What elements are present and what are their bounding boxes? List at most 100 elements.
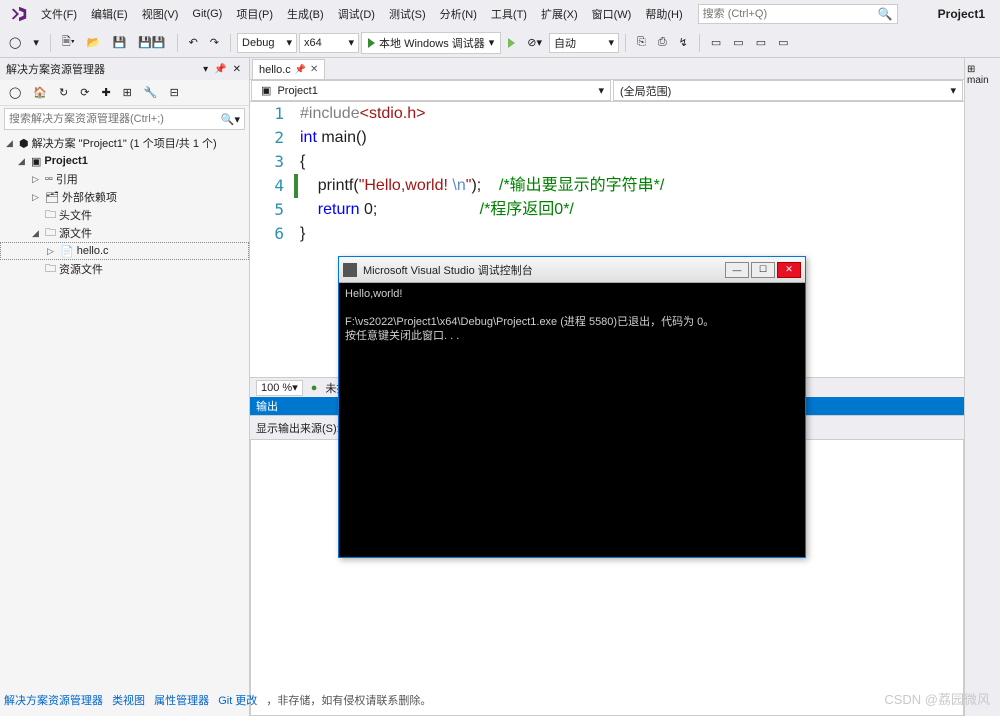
menu-analyze[interactable]: 分析(N) xyxy=(433,2,484,26)
link-solution-explorer[interactable]: 解决方案资源管理器 xyxy=(4,695,103,707)
maximize-button[interactable]: ☐ xyxy=(751,262,775,278)
toolbox-btn-3[interactable]: ↯ xyxy=(674,33,693,52)
bottom-tab-links: 解决方案资源管理器 类视图 属性管理器 Git 更改 ，非存储，如有侵权请联系删… xyxy=(4,692,431,708)
save-all-button[interactable]: 💾💾 xyxy=(133,33,170,52)
debug-mode-combo[interactable]: 自动▾ xyxy=(549,33,619,53)
solution-tree[interactable]: ◢ ⬢ 解决方案 "Project1" (1 个项目/共 1 个) ◢ ▣ Pr… xyxy=(0,132,249,280)
config-combo[interactable]: Debug▾ xyxy=(237,33,297,53)
line-number-gutter: 123456 xyxy=(250,102,294,246)
exp-home-button[interactable]: ◯ xyxy=(4,83,26,102)
panel-pin-icon[interactable]: 📌 xyxy=(212,64,228,75)
menu-test[interactable]: 测试(S) xyxy=(382,2,433,26)
nav-project-combo[interactable]: ▣ Project1▾ xyxy=(251,80,611,101)
tree-external[interactable]: ▷ 🗂 外部依赖项 xyxy=(0,188,249,206)
menu-extensions[interactable]: 扩展(X) xyxy=(534,2,585,26)
nav-scope-combo[interactable]: (全局范围)▾ xyxy=(613,80,963,101)
platform-combo[interactable]: x64▾ xyxy=(299,33,359,53)
solution-name-label: Project1 xyxy=(938,7,985,21)
layout-btn-1[interactable]: ▭ xyxy=(706,33,726,52)
expand-icon[interactable]: ◢ xyxy=(32,228,42,239)
panel-dropdown-icon[interactable]: ▾ xyxy=(201,64,210,75)
explorer-search-input[interactable] xyxy=(9,113,221,125)
folder-icon: 🗀 xyxy=(45,224,56,243)
menu-window[interactable]: 窗口(W) xyxy=(585,2,639,26)
menu-tools[interactable]: 工具(T) xyxy=(484,2,534,26)
expand-icon[interactable]: ▷ xyxy=(47,246,57,257)
tree-project[interactable]: ◢ ▣ Project1 xyxy=(0,152,249,170)
menu-edit[interactable]: 编辑(E) xyxy=(84,2,135,26)
menu-git[interactable]: Git(G) xyxy=(185,4,229,24)
exp-sync-button[interactable]: ↻ xyxy=(54,83,73,102)
code-lines: #include<stdio.h> int main() { printf("H… xyxy=(300,102,664,246)
tab-hello[interactable]: hello.c 📌 ✕ xyxy=(252,59,325,79)
vs-logo-icon xyxy=(10,5,28,23)
watermark-text: CSDN @荔园微风 xyxy=(884,689,990,708)
panel-close-icon[interactable]: ✕ xyxy=(231,64,243,75)
link-properties[interactable]: 属性管理器 xyxy=(154,695,209,707)
expand-icon[interactable]: ▷ xyxy=(32,192,42,203)
menu-help[interactable]: 帮助(H) xyxy=(638,2,689,26)
tab-close-icon[interactable]: ✕ xyxy=(310,64,318,75)
status-ok-icon: ● xyxy=(311,382,318,394)
tree-root[interactable]: ◢ ⬢ 解决方案 "Project1" (1 个项目/共 1 个) xyxy=(0,134,249,152)
references-icon: ▫▫ xyxy=(45,173,53,185)
exp-refresh-button[interactable]: ⟳ xyxy=(75,83,94,102)
project-icon: ▣ xyxy=(31,155,41,168)
editor-tabs: hello.c 📌 ✕ xyxy=(250,58,964,80)
main-toolbar: ◯ ▾ 🗎▾ 📂 💾 💾💾 ↶ ↷ Debug▾ x64▾ 本地 Windows… xyxy=(0,28,1000,58)
console-titlebar[interactable]: Microsoft Visual Studio 调试控制台 — ☐ ✕ xyxy=(339,257,805,283)
minimize-button[interactable]: — xyxy=(725,262,749,278)
play-icon xyxy=(368,38,375,48)
debug-console-window[interactable]: Microsoft Visual Studio 调试控制台 — ☐ ✕ Hell… xyxy=(338,256,806,558)
zoom-combo[interactable]: 100 % ▾ xyxy=(256,380,303,396)
menu-debug[interactable]: 调试(D) xyxy=(331,2,382,26)
search-input[interactable] xyxy=(703,8,874,20)
menu-view[interactable]: 视图(V) xyxy=(135,2,186,26)
exp-filter-button[interactable]: ✚ xyxy=(96,83,115,102)
menu-build[interactable]: 生成(B) xyxy=(280,2,331,26)
exp-view-button[interactable]: ⊟ xyxy=(165,83,184,102)
menu-project[interactable]: 项目(P) xyxy=(229,2,280,26)
search-icon: 🔍 xyxy=(874,7,893,21)
redo-button[interactable]: ↷ xyxy=(205,33,224,52)
open-button[interactable]: 📂 xyxy=(82,33,106,52)
panel-title-label: 解决方案资源管理器 xyxy=(6,61,105,77)
quick-search[interactable]: 🔍 xyxy=(698,4,898,24)
tree-file-hello[interactable]: ▷ 📄 hello.c xyxy=(0,242,249,260)
panel-toolbar: ◯ 🏠 ↻ ⟳ ✚ ⊞ 🔧 ⊟ xyxy=(0,80,249,106)
layout-btn-2[interactable]: ▭ xyxy=(728,33,748,52)
layout-btn-3[interactable]: ▭ xyxy=(751,33,771,52)
folder-icon: 🗀 xyxy=(45,206,56,225)
exp-properties-button[interactable]: 🔧 xyxy=(139,83,163,102)
menu-file[interactable]: 文件(F) xyxy=(34,2,84,26)
change-marker xyxy=(294,174,298,198)
nav-fwd-button[interactable]: ▾ xyxy=(28,33,44,52)
explorer-search[interactable]: 🔍▾ xyxy=(4,108,245,130)
expand-icon[interactable]: ▷ xyxy=(32,174,42,185)
exp-show-all-button[interactable]: ⊞ xyxy=(118,83,137,102)
layout-btn-4[interactable]: ▭ xyxy=(773,33,793,52)
tree-sources[interactable]: ◢ 🗀 源文件 xyxy=(0,224,249,242)
toolbox-btn-2[interactable]: ⎙ xyxy=(653,33,672,52)
new-item-button[interactable]: 🗎▾ xyxy=(57,30,80,55)
menubar: 文件(F) 编辑(E) 视图(V) Git(G) 项目(P) 生成(B) 调试(… xyxy=(0,0,1000,28)
link-class-view[interactable]: 类视图 xyxy=(112,695,145,707)
close-button[interactable]: ✕ xyxy=(777,262,801,278)
tab-pin-icon[interactable]: 📌 xyxy=(295,64,306,75)
stop-button[interactable]: ⊘▾ xyxy=(522,33,547,52)
tree-references[interactable]: ▷ ▫▫ 引用 xyxy=(0,170,249,188)
exp-home-icon[interactable]: 🏠 xyxy=(28,83,52,102)
toolbox-btn-1[interactable]: ⎘ xyxy=(632,33,651,52)
right-tab[interactable]: ⊞ main xyxy=(965,62,1000,88)
undo-button[interactable]: ↶ xyxy=(184,33,203,52)
nav-back-button[interactable]: ◯ xyxy=(4,33,26,52)
link-git-changes[interactable]: Git 更改 xyxy=(218,695,257,707)
project-icon: ▣ xyxy=(261,84,271,97)
start-debug-button[interactable]: 本地 Windows 调试器 ▾ xyxy=(361,32,501,54)
expand-icon[interactable]: ◢ xyxy=(18,156,28,167)
start-nodebug-button[interactable] xyxy=(503,35,520,51)
expand-icon[interactable]: ◢ xyxy=(6,138,16,149)
tree-resources[interactable]: 🗀 资源文件 xyxy=(0,260,249,278)
save-button[interactable]: 💾 xyxy=(107,33,131,52)
tree-headers[interactable]: 🗀 头文件 xyxy=(0,206,249,224)
